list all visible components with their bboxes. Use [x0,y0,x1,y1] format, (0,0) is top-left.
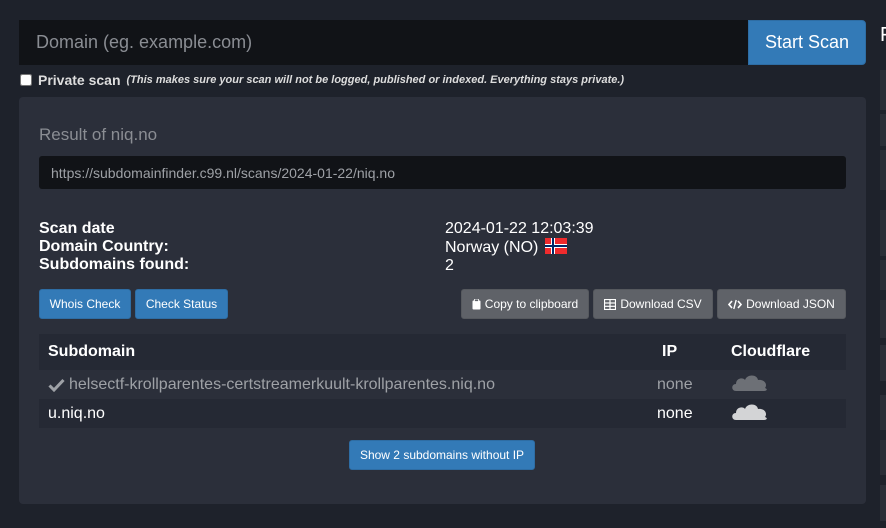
cloudflare-cell [723,401,846,426]
result-panel: Result of niq.no https://subdomainfinder… [19,97,866,504]
cloud-icon [732,404,767,420]
norway-flag-icon [544,238,567,254]
table-row: helsectf-krollparentes-certstreamerkuult… [39,370,846,399]
scan-url-field[interactable]: https://subdomainfinder.c99.nl/scans/202… [39,156,846,189]
check-status-label: Check Status [145,297,218,311]
subdomains-found-value: 2 [445,257,454,274]
header-ip: IP [662,343,678,360]
side-panel-edge [880,70,886,110]
country-text: Norway (NO) [445,239,539,256]
check-status-button[interactable]: Check Status [135,289,228,319]
table-row: u.niq.no none [39,399,846,428]
table-icon [604,298,617,310]
side-panel-edge [880,485,886,521]
checkmark-icon [48,378,65,392]
subdomain-cell: helsectf-krollparentes-certstreamerkuult… [39,376,648,394]
side-panel-edge [880,300,886,338]
result-title: Result of niq.no [39,125,158,144]
scan-info-labels: Scan date Domain Country: Subdomains fou… [39,220,189,274]
show-subdomains-without-ip-button[interactable]: Show 2 subdomains without IP [349,440,535,470]
cut-off-heading: F [880,24,886,47]
search-bar: Start Scan [19,20,866,65]
subdomain-text[interactable]: u.niq.no [48,405,105,423]
domain-input[interactable] [19,20,748,65]
side-panel-edge [880,114,886,146]
scan-date-value: 2024-01-22 12:03:39 [445,220,594,237]
show-without-ip-label: Show 2 subdomains without IP [359,448,525,462]
subdomain-table: Subdomain IP Cloudflare helsectf-krollpa… [39,334,846,428]
side-panel-edge [880,395,886,430]
header-subdomain: Subdomain [48,343,136,360]
download-csv-label: Download CSV [620,297,702,311]
copy-label: Copy to clipboard [484,297,579,311]
download-json-label: Download JSON [746,297,835,311]
cloudflare-cell [723,372,846,397]
table-header: Subdomain IP Cloudflare [39,334,846,370]
copy-to-clipboard-button[interactable]: Copy to clipboard [461,289,589,319]
ip-cell: none [657,375,693,393]
subdomain-cell: u.niq.no [39,405,648,423]
subdomain-text[interactable]: helsectf-krollparentes-certstreamerkuult… [69,376,495,394]
code-icon [728,299,743,309]
private-scan-row: Private scan (This makes sure your scan … [20,72,624,88]
subdomains-found-label: Subdomains found: [39,256,190,273]
whois-check-label: Whois Check [49,297,121,311]
side-panel-edge [880,260,886,290]
private-scan-label[interactable]: Private scan [38,72,121,88]
download-csv-button[interactable]: Download CSV [593,289,713,319]
private-scan-checkbox[interactable] [20,74,32,86]
start-scan-button[interactable]: Start Scan [748,20,866,65]
ip-cell: none [657,404,693,422]
domain-country-value: Norway (NO) [445,238,594,257]
scan-info-values: 2024-01-22 12:03:39 Norway (NO) 2 [445,220,594,275]
download-json-button[interactable]: Download JSON [717,289,846,319]
header-cloudflare: Cloudflare [731,343,811,360]
clipboard-icon [472,298,481,309]
side-panel-edge [880,150,886,190]
domain-country-label: Domain Country: [39,238,169,255]
scan-date-label: Scan date [39,220,115,237]
cloud-icon [732,375,767,391]
side-panel-edge [880,440,886,475]
private-scan-note: (This makes sure your scan will not be l… [126,74,625,86]
side-panel-edge [880,345,886,381]
side-panel-edge [880,210,886,256]
whois-check-button[interactable]: Whois Check [39,289,131,319]
